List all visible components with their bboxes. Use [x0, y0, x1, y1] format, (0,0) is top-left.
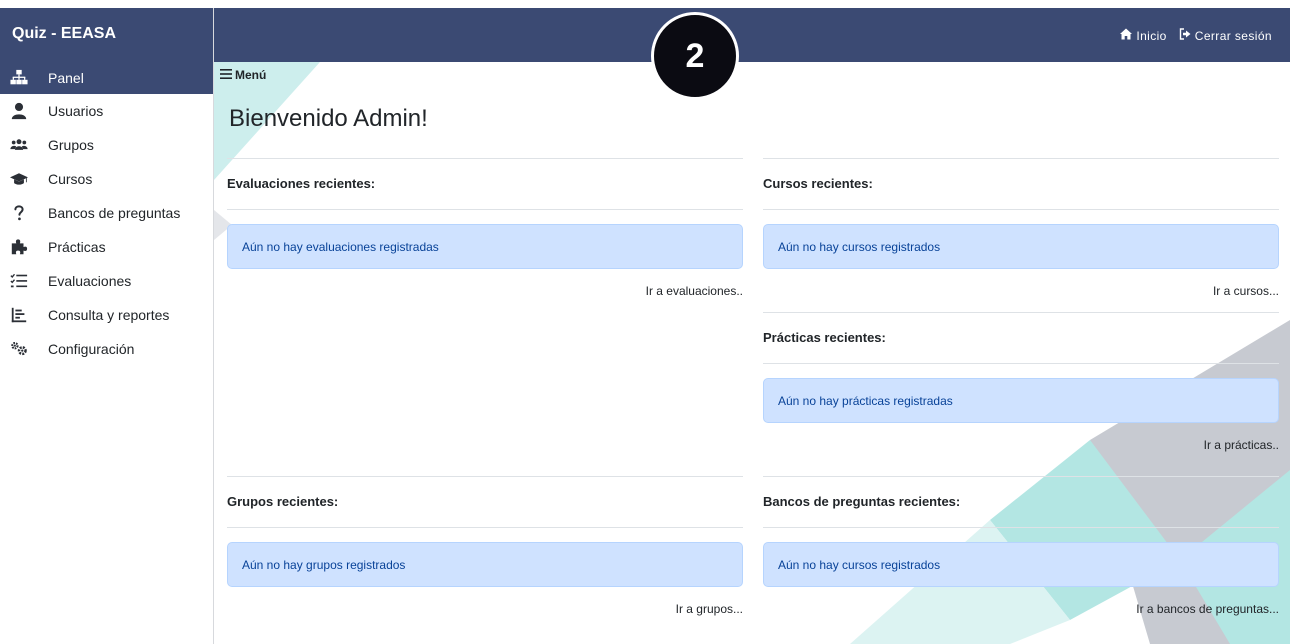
brand-title[interactable]: Quiz - EEASA — [0, 8, 213, 62]
top-navbar: Inicio Cerrar sesión — [214, 8, 1290, 62]
section-title: Cursos recientes: — [763, 176, 873, 191]
home-icon — [1120, 28, 1133, 43]
sidebar-item-grupos[interactable]: Grupos — [0, 128, 213, 162]
empty-state-alert: Aún no hay cursos registrados — [763, 542, 1279, 587]
section-title: Grupos recientes: — [227, 494, 339, 509]
sidebar-item-label: Cursos — [48, 171, 93, 187]
list-check-icon — [10, 271, 36, 291]
divider — [763, 363, 1279, 364]
sidebar-item-cursos[interactable]: Cursos — [0, 162, 213, 196]
graduation-cap-icon — [10, 169, 36, 189]
sidebar-item-label: Usuarios — [48, 103, 104, 119]
section-title: Prácticas recientes: — [763, 330, 886, 345]
sidebar-item-usuarios[interactable]: Usuarios — [0, 94, 213, 128]
recent-practices-section: Prácticas recientes: Aún no hay práctica… — [763, 312, 1279, 452]
sidebar-item-bancos-de-preguntas[interactable]: Bancos de preguntas — [0, 196, 213, 230]
empty-state-alert: Aún no hay evaluaciones registradas — [227, 224, 743, 269]
recent-evaluations-section: Evaluaciones recientes: Aún no hay evalu… — [227, 158, 743, 298]
sitemap-icon — [10, 68, 36, 88]
page-title: Bienvenido Admin! — [229, 105, 428, 132]
divider — [763, 527, 1279, 528]
sidebar-item-consulta-y-reportes[interactable]: Consulta y reportes — [0, 298, 213, 332]
sidebar-item-evaluaciones[interactable]: Evaluaciones — [0, 264, 213, 298]
home-link[interactable]: Inicio — [1120, 28, 1166, 43]
hamburger-icon — [220, 68, 232, 82]
step-number-badge: 2 — [651, 12, 739, 100]
puzzle-icon — [10, 237, 36, 257]
empty-state-alert: Aún no hay prácticas registradas — [763, 378, 1279, 423]
go-to-evaluations-link[interactable]: Ir a evaluaciones.. — [227, 284, 743, 298]
sidebar-item-label: Consulta y reportes — [48, 307, 170, 323]
go-to-groups-link[interactable]: Ir a grupos... — [227, 602, 743, 616]
divider — [763, 209, 1279, 210]
chart-icon — [10, 305, 36, 325]
users-icon — [10, 135, 36, 155]
question-icon — [10, 203, 36, 223]
sidebar-item-label: Prácticas — [48, 239, 106, 255]
sidebar-item-label: Grupos — [48, 137, 94, 153]
go-to-question-banks-link[interactable]: Ir a bancos de preguntas... — [763, 602, 1279, 616]
go-to-practices-link[interactable]: Ir a prácticas.. — [763, 438, 1279, 452]
menu-toggle-label: Menú — [235, 68, 267, 82]
go-to-courses-link[interactable]: Ir a cursos... — [763, 284, 1279, 298]
sidebar: Quiz - EEASA Panel Usuarios Grupos Curso… — [0, 8, 214, 644]
sidebar-item-label: Evaluaciones — [48, 273, 132, 289]
sidebar-nav: Panel Usuarios Grupos Cursos Bancos de p… — [0, 62, 213, 366]
divider — [227, 209, 743, 210]
gears-icon — [10, 339, 36, 359]
section-title: Bancos de preguntas recientes: — [763, 494, 961, 509]
empty-state-alert: Aún no hay cursos registrados — [763, 224, 1279, 269]
recent-groups-section: Grupos recientes: Aún no hay grupos regi… — [227, 476, 743, 616]
main-content: Menú Bienvenido Admin! Evaluaciones reci… — [214, 62, 1290, 644]
logout-icon — [1179, 28, 1191, 43]
sidebar-item-label: Configuración — [48, 341, 135, 357]
recent-question-banks-section: Bancos de preguntas recientes: Aún no ha… — [763, 476, 1279, 616]
logout-link-label: Cerrar sesión — [1194, 28, 1272, 43]
home-link-label: Inicio — [1136, 28, 1167, 43]
sidebar-item-practicas[interactable]: Prácticas — [0, 230, 213, 264]
menu-toggle-button[interactable]: Menú — [220, 68, 266, 82]
user-icon — [10, 101, 36, 121]
recent-courses-section: Cursos recientes: Aún no hay cursos regi… — [763, 158, 1279, 298]
section-title: Evaluaciones recientes: — [227, 176, 376, 191]
empty-state-alert: Aún no hay grupos registrados — [227, 542, 743, 587]
sidebar-item-label: Panel — [48, 70, 84, 86]
top-links: Inicio Cerrar sesión — [1120, 28, 1272, 43]
sidebar-item-panel[interactable]: Panel — [0, 62, 213, 94]
sidebar-item-label: Bancos de preguntas — [48, 205, 181, 221]
sidebar-item-configuracion[interactable]: Configuración — [0, 332, 213, 366]
divider — [227, 527, 743, 528]
logout-link[interactable]: Cerrar sesión — [1179, 28, 1272, 43]
